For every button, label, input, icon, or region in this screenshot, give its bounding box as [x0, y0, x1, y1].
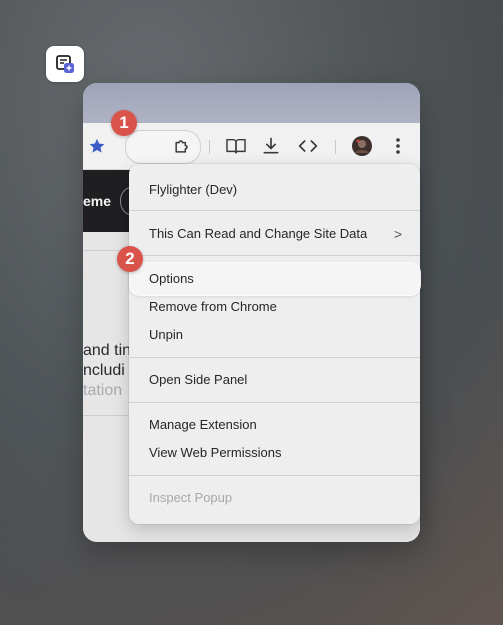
menu-item-options[interactable]: Options [130, 263, 420, 295]
menu-item-label: This Can Read and Change Site Data [149, 226, 368, 241]
profile-avatar[interactable] [348, 132, 376, 160]
chevron-right-icon: > [393, 226, 402, 242]
menu-item-side-panel[interactable]: Open Side Panel [129, 366, 420, 394]
menu-separator [129, 475, 420, 476]
menu-item-remove[interactable]: Remove from Chrome [129, 293, 420, 321]
page-text-line: and tin [83, 342, 132, 359]
menu-item-site-data[interactable]: This Can Read and Change Site Data > [129, 220, 420, 248]
menu-item-label: View Web Permissions [149, 445, 282, 460]
toolbar-separator [335, 140, 336, 154]
menu-separator [129, 255, 420, 256]
menu-item-label: Manage Extension [149, 417, 257, 432]
menu-item-manage[interactable]: Manage Extension [129, 411, 420, 439]
menu-item-unpin[interactable]: Unpin [129, 321, 420, 349]
page-text-line: ncludi [83, 362, 125, 379]
step-badge-2: 2 [117, 246, 143, 272]
flylighter-extension-icon[interactable] [46, 46, 84, 82]
more-menu-icon[interactable] [384, 132, 412, 160]
star-icon[interactable] [83, 132, 111, 160]
puzzle-extensions-icon[interactable] [168, 132, 196, 160]
extension-context-menu: Flylighter (Dev) This Can Read and Chang… [129, 164, 420, 524]
menu-item-label: Unpin [149, 327, 183, 342]
menu-item-label: Remove from Chrome [149, 299, 277, 314]
page-text-line: tation [83, 382, 123, 399]
download-icon[interactable] [257, 132, 285, 160]
step-badge-1: 1 [111, 110, 137, 136]
menu-item-permissions[interactable]: View Web Permissions [129, 439, 420, 467]
reading-mode-icon[interactable] [222, 132, 250, 160]
menu-separator [129, 357, 420, 358]
code-icon[interactable] [294, 132, 322, 160]
menu-separator [129, 210, 420, 211]
menu-separator [129, 402, 420, 403]
banner-text: eme [83, 193, 112, 209]
menu-item-label: Open Side Panel [149, 372, 248, 387]
menu-item-label: Flylighter (Dev) [149, 182, 238, 197]
menu-item-extension-name: Flylighter (Dev) [129, 176, 420, 204]
menu-item-options-row: Options [130, 265, 420, 293]
menu-item-label: Options [149, 271, 194, 286]
toolbar-separator [209, 140, 210, 154]
menu-item-inspect-popup: Inspect Popup [129, 484, 420, 512]
menu-item-label: Inspect Popup [149, 490, 233, 505]
